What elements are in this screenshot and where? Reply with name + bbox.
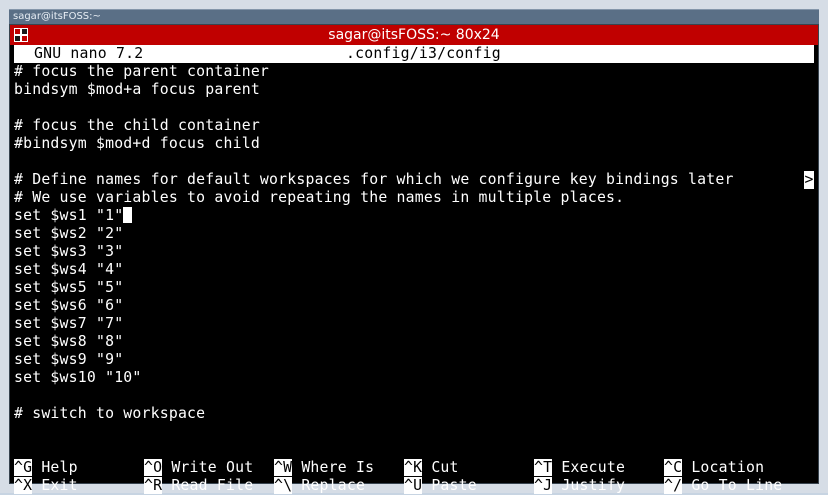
editor-line-text: set $ws7 "7" [14, 315, 124, 332]
file-name: .config/i3/config [346, 45, 501, 62]
editor-line[interactable] [14, 153, 814, 171]
shortcut-label: Write Out [162, 459, 254, 476]
editor-line[interactable]: set $ws10 "10" [14, 369, 814, 387]
i3-window-titlebar[interactable]: sagar@itsFOSS:~ [9, 9, 819, 24]
shortcut-location[interactable]: ^C Location [664, 459, 764, 477]
editor-line[interactable]: bindsym $mod+a focus parent [14, 81, 814, 99]
editor-line[interactable]: set $ws2 "2" [14, 225, 814, 243]
shortcut-key: ^R [144, 477, 163, 494]
shortcut-label: Help [32, 459, 78, 476]
editor-line-text: #bindsym $mod+d focus child [14, 135, 260, 152]
editor-line[interactable]: set $ws7 "7" [14, 315, 814, 333]
shortcut-where-is[interactable]: ^W Where Is [274, 459, 374, 477]
shortcut-key: ^K [404, 459, 423, 476]
shortcut-key: ^U [404, 477, 423, 494]
terminal-title: sagar@itsFOSS:~ 80x24 [328, 27, 500, 43]
shortcut-label: Exit [32, 477, 78, 494]
editor-line-text: set $ws2 "2" [14, 225, 124, 242]
shortcut-label: Go To Line [682, 477, 783, 494]
nano-header-bar: GNU nano 7.2 .config/i3/config [14, 45, 814, 63]
editor-line[interactable] [14, 387, 814, 405]
editor-line-text: # switch to workspace [14, 405, 206, 422]
editor-line-text: set $ws3 "3" [14, 243, 124, 260]
terminal-titlebar[interactable]: sagar@itsFOSS:~ 80x24 [10, 25, 818, 45]
editor-line-text: bindsym $mod+a focus parent [14, 81, 260, 98]
editor-line[interactable]: # We use variables to avoid repeating th… [14, 189, 814, 207]
editor-line-text: set $ws10 "10" [14, 369, 142, 386]
shortcut-key: ^\ [274, 477, 293, 494]
editor-line[interactable]: set $ws3 "3" [14, 243, 814, 261]
shortcut-key: ^T [534, 459, 553, 476]
shortcut-label: Cut [422, 459, 459, 476]
shortcut-label: Where Is [292, 459, 375, 476]
shortcut-key: ^X [14, 477, 33, 494]
editor-line-text: set $ws1 "1" [14, 207, 124, 224]
editor-line-text: set $ws6 "6" [14, 297, 124, 314]
shortcut-key: ^W [274, 459, 293, 476]
shortcut-justify[interactable]: ^J Justify [534, 477, 625, 495]
nano-version: GNU nano 7.2 [34, 45, 144, 62]
editor-line[interactable]: set $ws9 "9" [14, 351, 814, 369]
terminal-window[interactable]: sagar@itsFOSS:~ 80x24 GNU nano 7.2 .conf… [9, 24, 819, 494]
editor-line[interactable]: set $ws6 "6" [14, 297, 814, 315]
desktop-background: sagar@itsFOSS:~ sagar@itsFOSS:~ 80x24 GN… [0, 0, 828, 494]
shortcut-help[interactable]: ^G Help [14, 459, 78, 477]
shortcut-label: Justify [552, 477, 626, 494]
shortcut-key: ^/ [664, 477, 683, 494]
editor-line[interactable]: # focus the child container [14, 117, 814, 135]
nano-editor[interactable]: GNU nano 7.2 .config/i3/config # focus t… [14, 45, 814, 494]
editor-line[interactable]: set $ws5 "5" [14, 279, 814, 297]
shortcut-key: ^J [534, 477, 553, 494]
editor-line-text: set $ws9 "9" [14, 351, 124, 368]
editor-line[interactable] [14, 99, 814, 117]
shortcut-bar-row-1: ^G Help ^O Write Out ^W Where Is ^K Cut ^T E… [14, 459, 814, 477]
editor-line[interactable]: set $ws4 "4" [14, 261, 814, 279]
shortcut-label: Read File [162, 477, 254, 494]
shortcut-label: Location [682, 459, 765, 476]
terminal-app-icon [14, 28, 28, 42]
shortcut-write-out[interactable]: ^O Write Out [144, 459, 253, 477]
text-cursor [123, 207, 133, 223]
shortcut-bar-row-2: ^X Exit ^R Read File ^\ Replace ^U Paste ^J … [14, 477, 814, 495]
editor-line[interactable] [14, 423, 814, 441]
shortcut-cut[interactable]: ^K Cut [404, 459, 459, 477]
editor-line-text: # Define names for default workspaces fo… [14, 171, 734, 188]
editor-line-text: set $ws8 "8" [14, 333, 124, 350]
shortcut-read-file[interactable]: ^R Read File [144, 477, 253, 495]
shortcut-key: ^C [664, 459, 683, 476]
editor-line[interactable]: #bindsym $mod+d focus child [14, 135, 814, 153]
editor-line[interactable]: set $ws8 "8" [14, 333, 814, 351]
shortcut-go-to-line[interactable]: ^/ Go To Line [664, 477, 782, 495]
shortcut-replace[interactable]: ^\ Replace [274, 477, 365, 495]
editor-line[interactable]: # Define names for default workspaces fo… [14, 171, 814, 189]
editor-line[interactable]: # switch to workspace [14, 405, 814, 423]
shortcut-key: ^O [144, 459, 163, 476]
editor-line-text: # focus the parent container [14, 63, 270, 80]
shortcut-paste[interactable]: ^U Paste [404, 477, 477, 495]
line-overflow-marker: > [804, 171, 814, 189]
shortcut-key: ^G [14, 459, 33, 476]
editor-line[interactable]: set $ws1 "1" [14, 207, 814, 225]
editor-line[interactable]: # focus the parent container [14, 63, 814, 81]
editor-line-text: set $ws5 "5" [14, 279, 124, 296]
editor-line-text: # We use variables to avoid repeating th… [14, 189, 625, 206]
shortcut-label: Replace [292, 477, 366, 494]
editor-line-text: # focus the child container [14, 117, 260, 134]
shortcut-execute[interactable]: ^T Execute [534, 459, 625, 477]
i3-window-title: sagar@itsFOSS:~ [13, 11, 101, 22]
shortcut-label: Paste [422, 477, 477, 494]
editor-line-text: set $ws4 "4" [14, 261, 124, 278]
shortcut-label: Execute [552, 459, 626, 476]
shortcut-exit[interactable]: ^X Exit [14, 477, 78, 495]
